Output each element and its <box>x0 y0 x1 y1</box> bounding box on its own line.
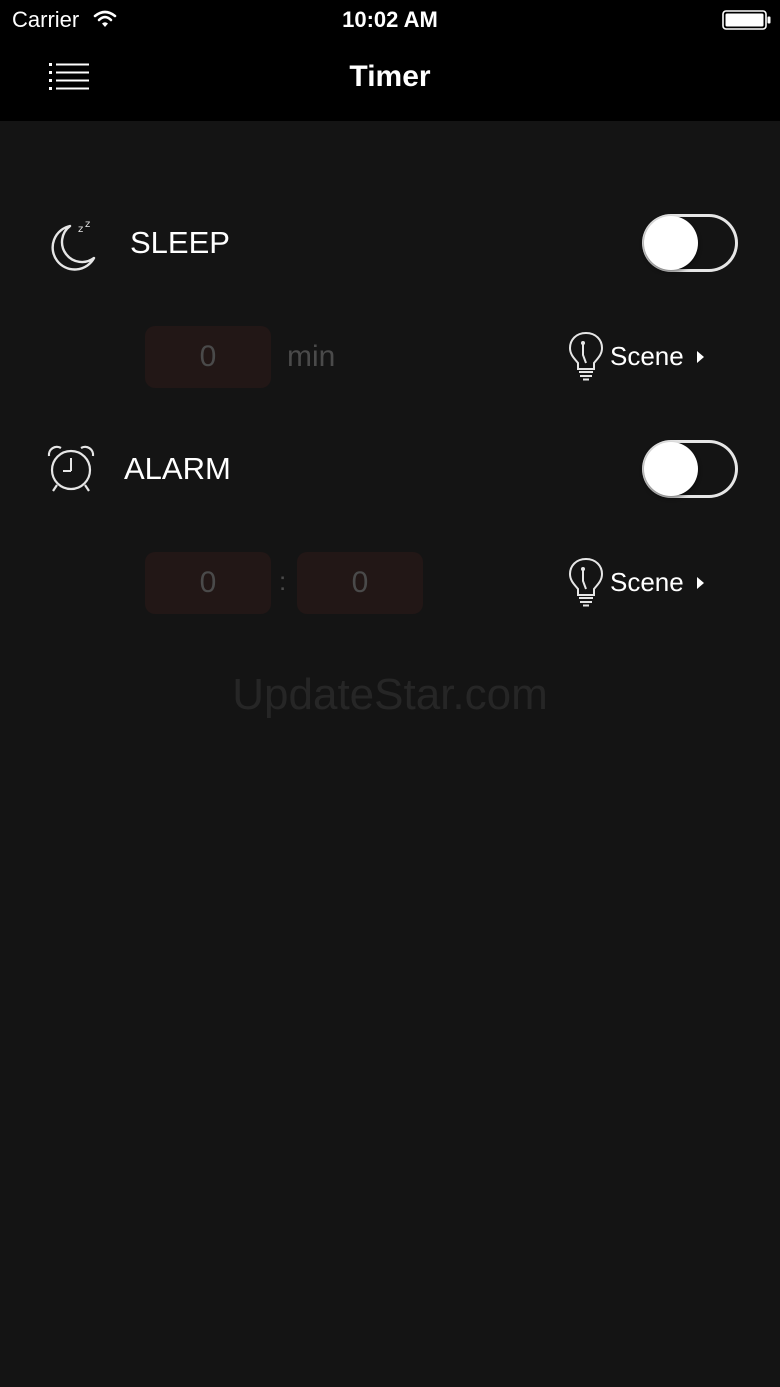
moon-zzz-icon: z z <box>51 219 96 271</box>
caret-right-icon <box>697 577 704 589</box>
svg-text:z: z <box>78 224 83 235</box>
watermark: UpdateStar.com <box>232 670 548 719</box>
minutes-unit-label: min <box>287 340 336 373</box>
toggle-knob <box>644 216 698 270</box>
light-bulb-icon <box>568 557 604 607</box>
alarm-clock-icon <box>47 445 95 492</box>
scene-label: Scene <box>610 341 684 371</box>
alarm-toggle[interactable] <box>642 440 738 498</box>
battery-icon <box>722 10 771 30</box>
alarm-scene-button[interactable]: Scene <box>568 557 718 609</box>
sleep-label: SLEEP <box>130 225 230 260</box>
page-title: Timer <box>349 60 431 93</box>
alarm-label: ALARM <box>124 451 231 486</box>
svg-text:z: z <box>85 219 90 230</box>
time-separator: : <box>279 566 287 596</box>
sleep-toggle[interactable] <box>642 214 738 272</box>
toggle-knob <box>644 442 698 496</box>
status-time: 10:02 AM <box>342 7 438 32</box>
alarm-minute-field[interactable]: 0 <box>297 552 423 614</box>
navigation-bar: Timer <box>0 40 780 121</box>
alarm-hour-field[interactable]: 0 <box>145 552 271 614</box>
light-bulb-icon <box>568 331 604 381</box>
sleep-minutes-field[interactable]: 0 <box>145 326 271 388</box>
caret-right-icon <box>697 351 704 363</box>
sleep-scene-button[interactable]: Scene <box>568 331 718 383</box>
scene-label: Scene <box>610 567 684 597</box>
timer-screen: Carrier 10:02 AM Timer z z SLEEP 0 min S… <box>0 0 780 1387</box>
status-bar: Carrier 10:02 AM <box>0 0 780 40</box>
